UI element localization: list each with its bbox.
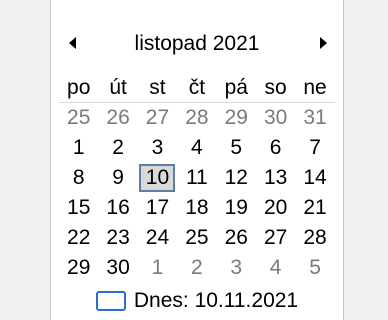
day-cell[interactable]: 19 — [217, 193, 256, 223]
day-cell[interactable]: 25 — [177, 223, 216, 253]
day-cell[interactable]: 5 — [217, 133, 256, 163]
day-cell[interactable]: 9 — [98, 163, 137, 193]
calendar-week-row: 29 30 1 2 3 4 5 — [59, 253, 335, 283]
day-cell[interactable]: 29 — [217, 103, 256, 133]
day-cell[interactable]: 5 — [295, 253, 334, 283]
calendar-grid: po út st čt pá so ne 25 26 27 28 29 30 31 1 2 3 4 5… — [59, 73, 335, 283]
weekday-label: ne — [303, 76, 327, 99]
day-cell[interactable]: 12 — [217, 163, 256, 193]
month-title[interactable]: listopad 2021 — [51, 31, 343, 57]
calendar-week-row: 8 9 10 11 12 13 14 — [59, 163, 335, 193]
day-cell[interactable]: 27 — [138, 103, 177, 133]
day-cell[interactable]: 30 — [98, 253, 137, 283]
weekday-label: so — [264, 76, 287, 99]
today-marker-icon — [95, 291, 126, 311]
day-cell[interactable]: 25 — [59, 103, 98, 133]
day-cell[interactable]: 18 — [177, 193, 216, 223]
day-cell[interactable]: 31 — [295, 103, 334, 133]
day-cell[interactable]: 13 — [256, 163, 295, 193]
day-cell[interactable]: 26 — [98, 103, 137, 133]
weekday-label: pá — [224, 76, 248, 99]
calendar-weeks: 25 26 27 28 29 30 31 1 2 3 4 5 6 7 8 9 10 11 12 13 14 15 16 17 1… — [59, 103, 335, 283]
day-cell[interactable]: 2 — [177, 253, 216, 283]
day-cell[interactable]: 4 — [256, 253, 295, 283]
month-calendar: listopad 2021 po út st čt pá so ne 25 26 2… — [50, 0, 344, 320]
day-cell[interactable]: 28 — [295, 223, 334, 253]
weekday-label: po — [67, 76, 91, 99]
weekday-label: út — [109, 76, 127, 99]
calendar-header: listopad 2021 — [51, 27, 343, 61]
day-cell[interactable]: 20 — [256, 193, 295, 223]
calendar-week-row: 1234567 — [59, 133, 335, 163]
day-cell[interactable]: 17 — [138, 193, 177, 223]
day-cell[interactable]: 22 — [59, 223, 98, 253]
day-cell[interactable]: 14 — [295, 163, 334, 193]
calendar-week-row: 15 16 17 18 19 20 21 — [59, 193, 335, 223]
weekday-label: čt — [188, 76, 206, 99]
calendar-week-row: 25 26 27 28 29 30 31 — [59, 103, 335, 133]
day-cell[interactable]: 24 — [138, 223, 177, 253]
day-cell[interactable]: 8 — [59, 163, 98, 193]
day-cell[interactable]: 15 — [59, 193, 98, 223]
triangle-right-icon — [320, 37, 327, 49]
day-cell[interactable]: 28 — [177, 103, 216, 133]
day-cell[interactable]: 6 — [256, 133, 295, 163]
calendar-week-row: 22 23 24 25 26 27 28 — [59, 223, 335, 253]
day-cell[interactable]: 23 — [98, 223, 137, 253]
day-cell[interactable]: 26 — [217, 223, 256, 253]
day-cell[interactable]: 30 — [256, 103, 295, 133]
next-month-button[interactable] — [313, 31, 333, 55]
day-cell[interactable]: 3 — [217, 253, 256, 283]
weekday-label: st — [149, 76, 166, 99]
day-cell[interactable]: 7 — [295, 133, 334, 163]
weekday-header-row: po út st čt pá so ne — [59, 73, 335, 103]
day-cell[interactable]: 1 — [138, 253, 177, 283]
day-cell[interactable]: 2 — [98, 133, 137, 163]
day-cell[interactable]: 1 — [59, 133, 98, 163]
day-cell[interactable]: 4 — [177, 133, 216, 163]
day-cell[interactable]: 21 — [295, 193, 334, 223]
today-link[interactable]: Dnes: 10.11.2021 — [51, 286, 343, 316]
day-cell[interactable]: 27 — [256, 223, 295, 253]
selected-day-cell[interactable]: 10 — [139, 164, 176, 192]
day-cell[interactable]: 29 — [59, 253, 98, 283]
today-label: Dnes: 10.11.2021 — [133, 289, 299, 312]
day-cell[interactable]: 16 — [98, 193, 137, 223]
day-cell[interactable]: 11 — [177, 163, 216, 193]
day-cell[interactable]: 3 — [138, 133, 177, 163]
